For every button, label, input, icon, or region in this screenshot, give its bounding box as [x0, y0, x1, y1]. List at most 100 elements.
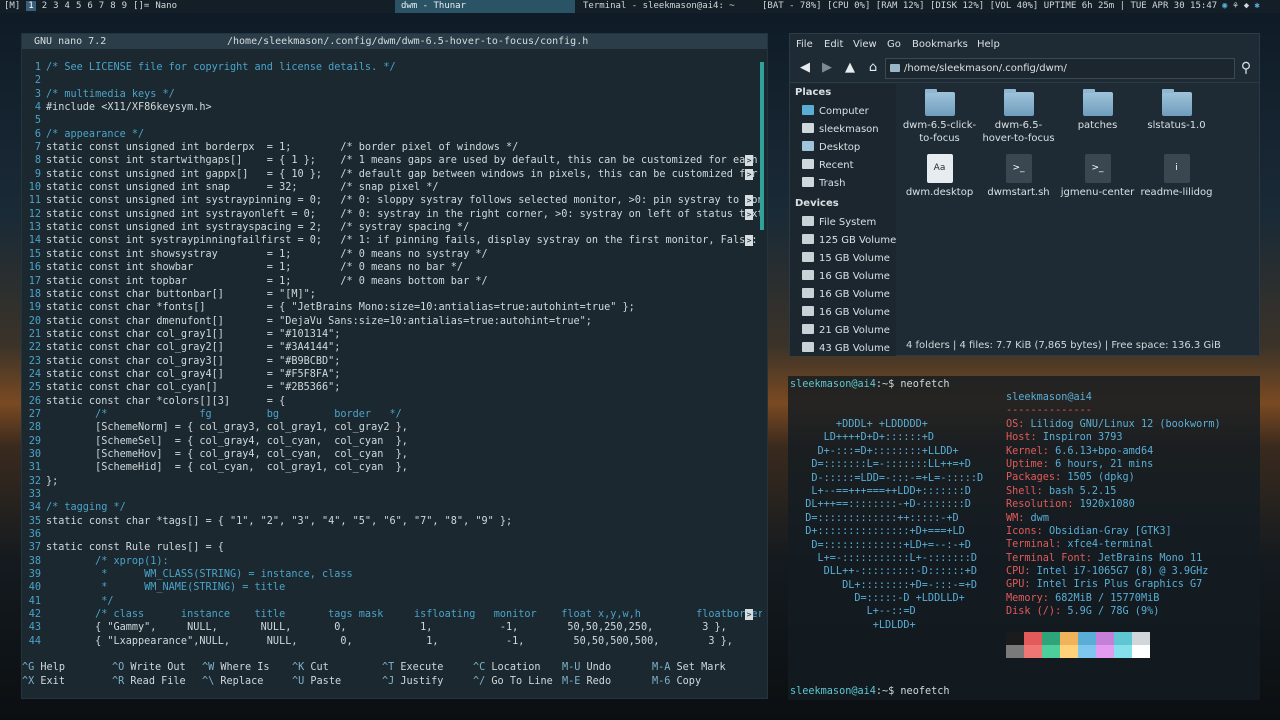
- sidebar-device-item[interactable]: 16 GB Volume: [802, 305, 890, 321]
- tag-item[interactable]: []=: [133, 1, 149, 11]
- shortcut-item[interactable]: ^\ Replace: [202, 675, 263, 689]
- tag-item[interactable]: 3: [53, 1, 58, 11]
- code-line[interactable]: 22 static const char col_gray2[] = "#3A41…: [22, 341, 762, 354]
- menu-item[interactable]: View: [853, 34, 877, 55]
- code-line[interactable]: 12 static const unsigned int systrayonlef…: [22, 208, 762, 221]
- code-line[interactable]: 32};: [22, 475, 762, 488]
- thunar-file-manager[interactable]: File Edit View Go Bookmarks Help ◀ ▶ ▲ ⌂ /hom…: [789, 33, 1260, 356]
- shortcut-item[interactable]: ^/ Go To Line: [473, 675, 553, 689]
- code-line[interactable]: 43 { "Gammy", NULL, NULL, 0, 1, -1, 50,5…: [22, 621, 762, 634]
- shortcut-item[interactable]: M-A Set Mark: [652, 661, 726, 675]
- code-line[interactable]: 42 /* class instance title tags mask isf…: [22, 608, 762, 621]
- code-line[interactable]: 36: [22, 528, 762, 541]
- shortcut-item[interactable]: ^U Paste: [292, 675, 341, 689]
- search-icon[interactable]: ⚲: [1237, 59, 1255, 77]
- active-window-title[interactable]: dwm - Thunar: [395, 0, 575, 13]
- menu-item[interactable]: Help: [977, 34, 1000, 55]
- up-arrow-icon[interactable]: ▲: [841, 59, 859, 77]
- code-line[interactable]: 10 static const unsigned int snap = 32; /…: [22, 181, 762, 194]
- code-line[interactable]: 37 static const Rule rules[] = {: [22, 541, 762, 554]
- tag-item[interactable]: 8: [110, 1, 115, 11]
- shortcut-item[interactable]: ^G Help: [22, 661, 65, 675]
- tag-item[interactable]: Nano: [155, 1, 177, 11]
- network-icon[interactable]: ⚘: [1233, 1, 1238, 11]
- terminal-prompt-line-2[interactable]: sleekmason@ai4:~$ neofetch: [790, 685, 950, 698]
- code-line[interactable]: 38 /* xprop(1):: [22, 555, 762, 568]
- menu-item[interactable]: Edit: [824, 34, 843, 55]
- shortcut-item[interactable]: ^K Cut: [292, 661, 329, 675]
- shortcut-item[interactable]: ^O Write Out: [112, 661, 186, 675]
- sidebar-place-item[interactable]: Desktop: [802, 140, 860, 156]
- code-line[interactable]: 27 /* fg bg border */: [22, 408, 762, 421]
- file-item[interactable]: Aa dwm.desktop: [902, 154, 977, 199]
- back-arrow-icon[interactable]: ◀: [796, 59, 814, 77]
- code-line[interactable]: 39 * WM_CLASS(STRING) = instance, class: [22, 568, 762, 581]
- code-line[interactable]: 28 [SchemeNorm] = { col_gray3, col_gray1…: [22, 421, 762, 434]
- tag-item[interactable]: 5: [76, 1, 81, 11]
- sidebar-device-item[interactable]: 125 GB Volume: [802, 233, 896, 249]
- code-line[interactable]: 13 static const unsigned int systrayspaci…: [22, 221, 762, 234]
- code-line[interactable]: 7 static const unsigned int borderpx = 1;…: [22, 141, 762, 154]
- location-bar[interactable]: /home/sleekmason/.config/dwm/: [885, 58, 1235, 79]
- tag-item[interactable]: 2: [42, 1, 47, 11]
- code-area[interactable]: 1 /* See LICENSE file for copyright and l…: [22, 61, 762, 648]
- code-line[interactable]: 8 static const int startwithgaps[] = { 1 …: [22, 154, 762, 167]
- tag-item[interactable]: 6: [87, 1, 92, 11]
- file-item[interactable]: slstatus-1.0: [1139, 89, 1214, 132]
- code-line[interactable]: 33: [22, 488, 762, 501]
- file-item[interactable]: dwm-6.5-click-to-focus: [902, 89, 977, 145]
- code-line[interactable]: 4 #include <X11/XF86keysym.h>: [22, 101, 762, 114]
- sidebar-device-item[interactable]: 21 GB Volume: [802, 323, 890, 339]
- menu-item[interactable]: Go: [887, 34, 901, 55]
- tag-list[interactable]: [M] 1 2 3 4 5 6 7 8 9 []= Nano: [4, 0, 183, 13]
- layout-indicator[interactable]: [M]: [4, 1, 20, 11]
- file-view[interactable]: dwm-6.5-click-to-focus dwm-6.5-hover-to-f…: [897, 84, 1259, 336]
- code-line[interactable]: 2: [22, 74, 762, 87]
- code-line[interactable]: 6 /* appearance */: [22, 128, 762, 141]
- shortcut-item[interactable]: ^R Read File: [112, 675, 186, 689]
- code-line[interactable]: 24 static const char col_gray4[] = "#F5F8…: [22, 368, 762, 381]
- code-line[interactable]: 26 static const char *colors[][3] = {: [22, 395, 762, 408]
- code-line[interactable]: 23 static const char col_gray3[] = "#B9BC…: [22, 355, 762, 368]
- code-line[interactable]: 1 /* See LICENSE file for copyright and l…: [22, 61, 762, 74]
- tag-item[interactable]: 4: [65, 1, 70, 11]
- file-item[interactable]: dwm-6.5-hover-to-focus: [981, 89, 1056, 145]
- code-line[interactable]: 11 static const unsigned int systraypinni…: [22, 194, 762, 207]
- tag-item[interactable]: 7: [99, 1, 104, 11]
- sidebar-device-item[interactable]: 43 GB Volume: [802, 341, 890, 356]
- sidebar-device-item[interactable]: File System: [802, 215, 876, 231]
- sidebar-device-item[interactable]: 15 GB Volume: [802, 251, 890, 267]
- terminal-window[interactable]: sleekmason@ai4:~$ neofetch +DDDL+ +LDDDD…: [788, 376, 1260, 700]
- shortcut-item[interactable]: M-E Redo: [562, 675, 611, 689]
- code-line[interactable]: 31 [SchemeHid] = { col_cyan, col_gray1, …: [22, 461, 762, 474]
- shortcut-item[interactable]: ^J Justify: [382, 675, 443, 689]
- code-line[interactable]: 5: [22, 114, 762, 127]
- window-title[interactable]: Terminal - sleekmason@ai4: ~: [583, 0, 735, 13]
- file-item[interactable]: i readme-lilidog: [1139, 154, 1214, 199]
- shortcut-item[interactable]: M-6 Copy: [652, 675, 701, 689]
- shortcut-item[interactable]: ^W Where Is: [202, 661, 269, 675]
- menu-item[interactable]: Bookmarks: [912, 34, 968, 55]
- sidebar-place-item[interactable]: sleekmason: [802, 122, 879, 138]
- code-line[interactable]: 30 [SchemeHov] = { col_gray4, col_cyan, …: [22, 448, 762, 461]
- nano-editor-window[interactable]: GNU nano 7.2 /home/sleekmason/.config/dw…: [21, 33, 768, 699]
- shortcut-item[interactable]: ^X Exit: [22, 675, 65, 689]
- sidebar-device-item[interactable]: 16 GB Volume: [802, 287, 890, 303]
- code-line[interactable]: 21 static const char col_gray1[] = "#1013…: [22, 328, 762, 341]
- code-line[interactable]: 25 static const char col_cyan[] = "#2B536…: [22, 381, 762, 394]
- sidebar-device-item[interactable]: 16 GB Volume: [802, 269, 890, 285]
- code-line[interactable]: 15 static const int showsystray = 1; /* 0…: [22, 248, 762, 261]
- shortcut-item[interactable]: ^T Execute: [382, 661, 443, 675]
- chromium-icon[interactable]: ◉: [1222, 1, 1227, 11]
- code-line[interactable]: 29 [SchemeSel] = { col_gray4, col_cyan, …: [22, 435, 762, 448]
- code-line[interactable]: 34 /* tagging */: [22, 501, 762, 514]
- volume-icon[interactable]: ◆: [1244, 1, 1249, 11]
- home-icon[interactable]: ⌂: [864, 59, 882, 77]
- tag-item[interactable]: 1: [26, 1, 36, 11]
- file-item[interactable]: >_ jgmenu-center: [1060, 154, 1135, 199]
- code-line[interactable]: 35 static const char *tags[] = { "1", "2"…: [22, 515, 762, 528]
- code-line[interactable]: 14 static const int systraypinningfailfir…: [22, 234, 762, 247]
- code-line[interactable]: 19 static const char *fonts[] = { "JetBra…: [22, 301, 762, 314]
- scrollbar[interactable]: [760, 62, 764, 230]
- shortcut-item[interactable]: ^C Location: [473, 661, 540, 675]
